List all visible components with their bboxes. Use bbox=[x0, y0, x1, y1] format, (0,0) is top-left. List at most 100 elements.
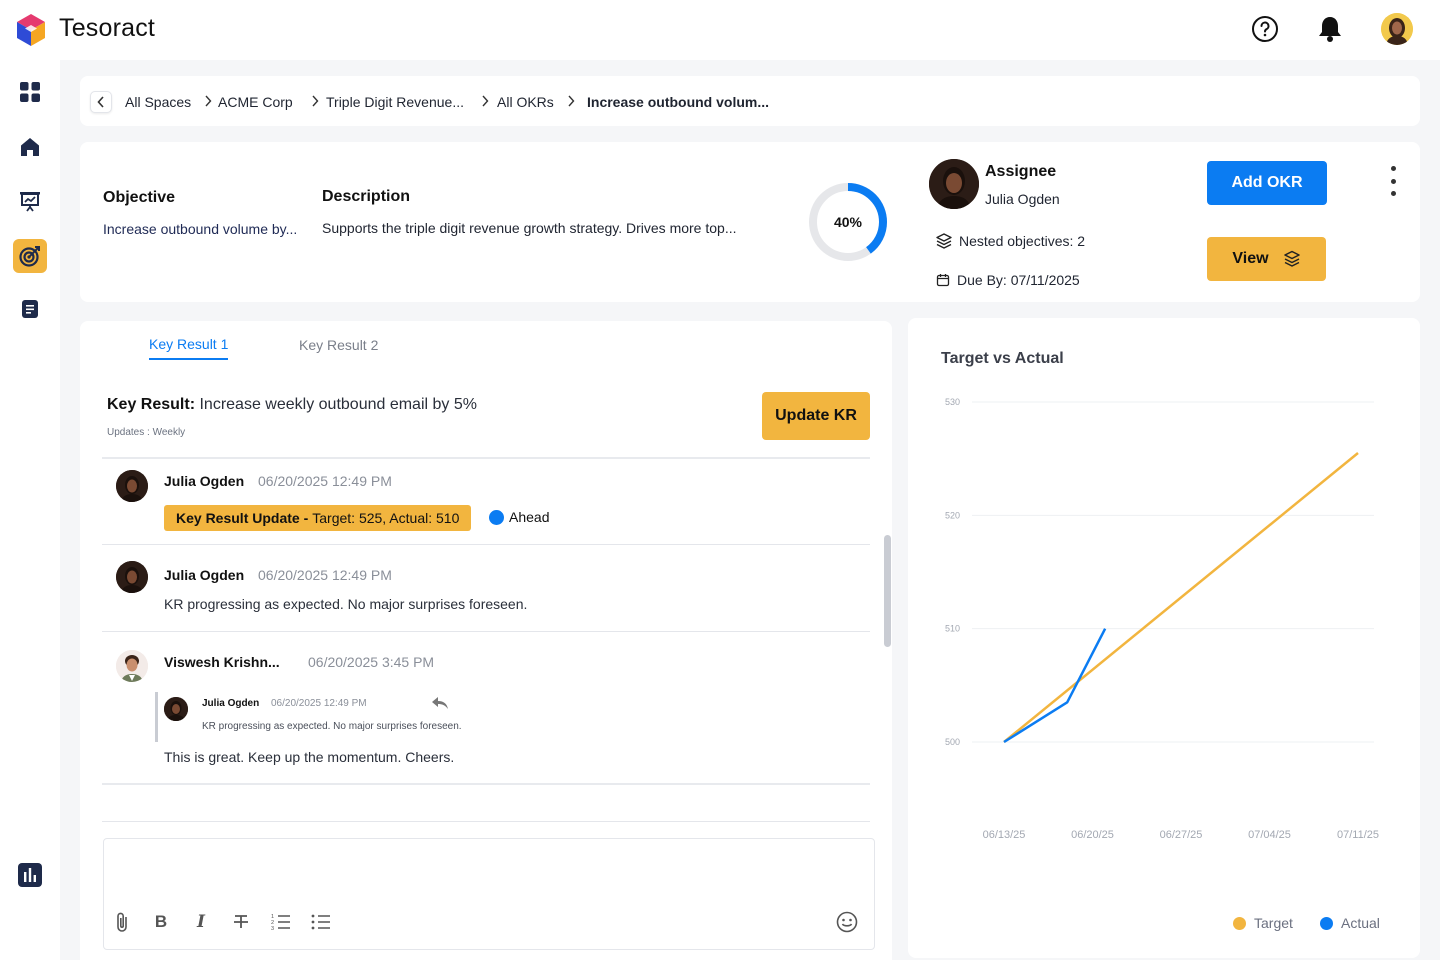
reply-icon[interactable] bbox=[430, 695, 450, 711]
key-result-text: Increase weekly outbound email by 5% bbox=[199, 396, 477, 413]
quote-bar bbox=[155, 692, 158, 742]
legend-item-target: Target bbox=[1233, 915, 1293, 931]
comment-text: KR progressing as expected. No major sur… bbox=[164, 596, 528, 612]
key-result-label: Key Result: bbox=[107, 396, 196, 413]
comment-author: Viswesh Krishn... bbox=[164, 654, 280, 670]
numbered-list-icon[interactable]: 123 bbox=[270, 911, 292, 933]
status-badge: Ahead bbox=[489, 509, 549, 525]
comment-author: Julia Ogden bbox=[164, 473, 245, 489]
emoji-icon[interactable] bbox=[836, 911, 858, 933]
attach-icon[interactable] bbox=[111, 911, 133, 933]
sidebar bbox=[0, 60, 60, 960]
description-label: Description bbox=[322, 188, 411, 205]
svg-text:3: 3 bbox=[271, 926, 274, 931]
legend-label: Target bbox=[1254, 915, 1293, 931]
layers-icon bbox=[1283, 250, 1300, 267]
brand-name: Tesoract bbox=[59, 14, 156, 42]
breadcrumb-all-spaces[interactable]: All Spaces bbox=[125, 94, 191, 110]
nested-objectives: Nested objectives: 2 bbox=[936, 233, 1085, 249]
kr-update-badge: Key Result Update - Target: 525, Actual:… bbox=[164, 505, 472, 531]
strikethrough-icon[interactable] bbox=[230, 911, 252, 933]
breadcrumb-current: Increase outbound volum... bbox=[587, 94, 770, 110]
breadcrumb: All Spaces ACME Corp Triple Digit Revenu… bbox=[80, 76, 1420, 126]
avatar bbox=[164, 697, 188, 721]
presentation-icon[interactable] bbox=[13, 184, 47, 218]
due-date-text: Due By: 07/11/2025 bbox=[957, 272, 1080, 288]
kr-update-badge-text: Target: 525, Actual: 510 bbox=[312, 510, 460, 526]
status-dot-icon bbox=[489, 509, 504, 525]
chevron-right-icon bbox=[312, 95, 319, 107]
divider bbox=[102, 783, 870, 785]
y-tick-label: 520 bbox=[945, 510, 960, 520]
top-bar: Tesoract bbox=[0, 0, 1440, 60]
legend-swatch bbox=[1320, 916, 1333, 930]
reports-icon[interactable] bbox=[13, 858, 47, 892]
x-tick-label: 06/20/25 bbox=[1071, 829, 1114, 841]
avatar bbox=[116, 470, 148, 502]
calendar-icon bbox=[936, 274, 950, 287]
y-tick-label: 510 bbox=[945, 624, 960, 634]
back-button[interactable] bbox=[90, 91, 112, 113]
x-tick-label: 07/11/25 bbox=[1337, 829, 1379, 841]
update-kr-button[interactable]: Update KR bbox=[762, 392, 870, 440]
help-icon[interactable] bbox=[1250, 14, 1280, 44]
quoted-time: 06/20/2025 12:49 PM bbox=[271, 698, 367, 709]
logo-icon bbox=[17, 14, 45, 46]
chart-panel: Target vs Actual 500 510 520 530 06/13/25 06/… bbox=[908, 318, 1420, 958]
view-button[interactable]: View bbox=[1207, 237, 1326, 281]
avatar bbox=[116, 561, 148, 593]
comment-text: This is great. Keep up the momentum. Che… bbox=[164, 749, 455, 765]
comment-editor[interactable]: B I 123 bbox=[103, 838, 875, 950]
tab-key-result-2[interactable]: Key Result 2 bbox=[299, 337, 378, 359]
breadcrumb-acme-corp[interactable]: ACME Corp bbox=[218, 94, 293, 110]
assignee-avatar bbox=[929, 159, 979, 209]
divider bbox=[102, 821, 870, 822]
home-icon[interactable] bbox=[13, 130, 47, 164]
chevron-right-icon bbox=[482, 95, 489, 107]
more-options-icon[interactable] bbox=[1384, 166, 1402, 196]
bell-icon[interactable] bbox=[1315, 14, 1345, 44]
quoted-text: KR progressing as expected. No major sur… bbox=[202, 721, 462, 732]
italic-icon[interactable]: I bbox=[190, 911, 212, 933]
objective-value: Increase outbound volume by... bbox=[103, 221, 298, 237]
bullet-list-icon[interactable] bbox=[310, 911, 332, 933]
key-result-panel: Key Result 1 Key Result 2 Key Result: In… bbox=[80, 321, 892, 960]
legend-swatch bbox=[1233, 916, 1246, 930]
dashboard-icon[interactable] bbox=[13, 75, 47, 109]
user-avatar[interactable] bbox=[1381, 13, 1413, 45]
quoted-author: Julia Ogden bbox=[202, 698, 260, 709]
kr-update-badge-label: Key Result Update - bbox=[176, 510, 309, 526]
legend-item-actual: Actual bbox=[1320, 915, 1380, 931]
chevron-right-icon bbox=[568, 95, 575, 107]
bold-icon[interactable]: B bbox=[150, 911, 172, 933]
breadcrumb-all-okrs[interactable]: All OKRs bbox=[497, 94, 554, 110]
target-vs-actual-chart: 500 510 520 530 06/13/25 06/20/25 06/27/25 07/0… bbox=[945, 397, 1379, 841]
objective-card: Objective Increase outbound volume by...… bbox=[80, 142, 1420, 302]
comments-scrollbar[interactable] bbox=[884, 535, 891, 647]
y-tick-label: 530 bbox=[945, 397, 960, 407]
view-button-label: View bbox=[1232, 250, 1269, 267]
comment-time: 06/20/2025 12:49 PM bbox=[258, 473, 392, 489]
series-line-target bbox=[1003, 452, 1359, 743]
target-icon[interactable] bbox=[13, 239, 47, 273]
breadcrumb-triple-digit-revenue[interactable]: Triple Digit Revenue... bbox=[326, 94, 464, 110]
y-tick-label: 500 bbox=[945, 737, 960, 747]
description-value: Supports the triple digit revenue growth… bbox=[322, 220, 737, 236]
x-tick-label: 06/27/25 bbox=[1160, 829, 1203, 841]
legend-label: Actual bbox=[1341, 915, 1380, 931]
due-date: Due By: 07/11/2025 bbox=[936, 272, 1080, 288]
assignee-label: Assignee bbox=[985, 163, 1057, 180]
series-line-actual bbox=[1003, 628, 1107, 744]
objective-label: Objective bbox=[103, 189, 176, 206]
assignee-name: Julia Ogden bbox=[985, 191, 1060, 207]
nested-objectives-text: Nested objectives: 2 bbox=[959, 233, 1086, 249]
tab-key-result-1[interactable]: Key Result 1 bbox=[149, 336, 229, 360]
add-okr-button[interactable]: Add OKR bbox=[1207, 161, 1327, 205]
avatar bbox=[116, 650, 148, 682]
key-result-title: Key Result: Increase weekly outbound ema… bbox=[107, 396, 477, 414]
chevron-right-icon bbox=[205, 95, 212, 107]
divider bbox=[102, 544, 870, 545]
progress-percent: 40% bbox=[833, 214, 863, 230]
comment-author: Julia Ogden bbox=[164, 567, 245, 583]
document-icon[interactable] bbox=[13, 292, 47, 326]
